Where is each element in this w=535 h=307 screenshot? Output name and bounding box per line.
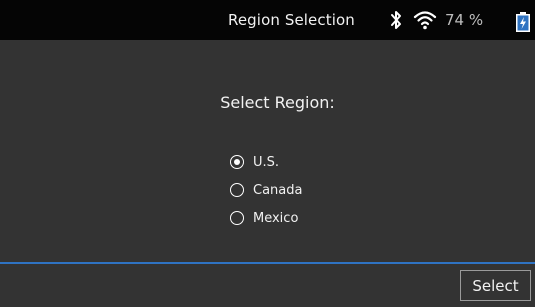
region-option-canada[interactable]: Canada	[230, 176, 302, 204]
page-title: Region Selection	[228, 11, 355, 29]
screen: Region Selection 74 % Select Region: U.S…	[0, 0, 535, 307]
radio-unselected-icon[interactable]	[230, 183, 244, 197]
select-button[interactable]: Select	[460, 270, 531, 301]
battery-percent: 74 %	[445, 11, 484, 29]
radio-selected-icon[interactable]	[230, 155, 244, 169]
select-region-prompt: Select Region:	[220, 93, 335, 112]
footer-divider	[0, 262, 535, 264]
region-option-mexico[interactable]: Mexico	[230, 204, 302, 232]
region-option-us[interactable]: U.S.	[230, 148, 302, 176]
header-bar: Region Selection 74 %	[0, 0, 535, 40]
option-label: Canada	[253, 182, 303, 198]
radio-unselected-icon[interactable]	[230, 211, 244, 225]
region-options: U.S. Canada Mexico	[230, 148, 302, 232]
option-label: Mexico	[253, 210, 299, 226]
option-label: U.S.	[253, 154, 280, 170]
battery-charging-icon	[516, 12, 530, 32]
bluetooth-icon	[391, 11, 401, 29]
wifi-icon	[413, 11, 437, 30]
